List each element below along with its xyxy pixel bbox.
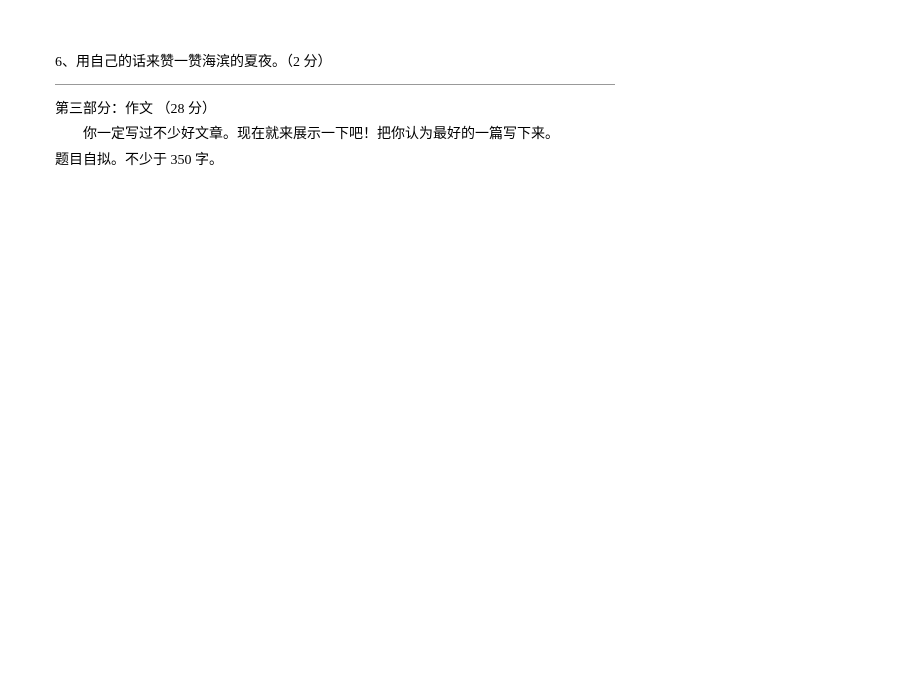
part3-body-line2: 题目自拟。不少于 350 字。 bbox=[55, 148, 865, 173]
answer-blank-line bbox=[55, 83, 615, 85]
question-6: 6、用自己的话来赞一赞海滨的夏夜。（2 分） bbox=[55, 50, 865, 75]
part3-body-line1: 你一定写过不少好文章。现在就来展示一下吧！把你认为最好的一篇写下来。 bbox=[55, 122, 865, 147]
document-content: 6、用自己的话来赞一赞海滨的夏夜。（2 分） 第三部分：作文 （28 分） 你一… bbox=[0, 0, 920, 173]
part3-heading: 第三部分：作文 （28 分） bbox=[55, 97, 865, 122]
